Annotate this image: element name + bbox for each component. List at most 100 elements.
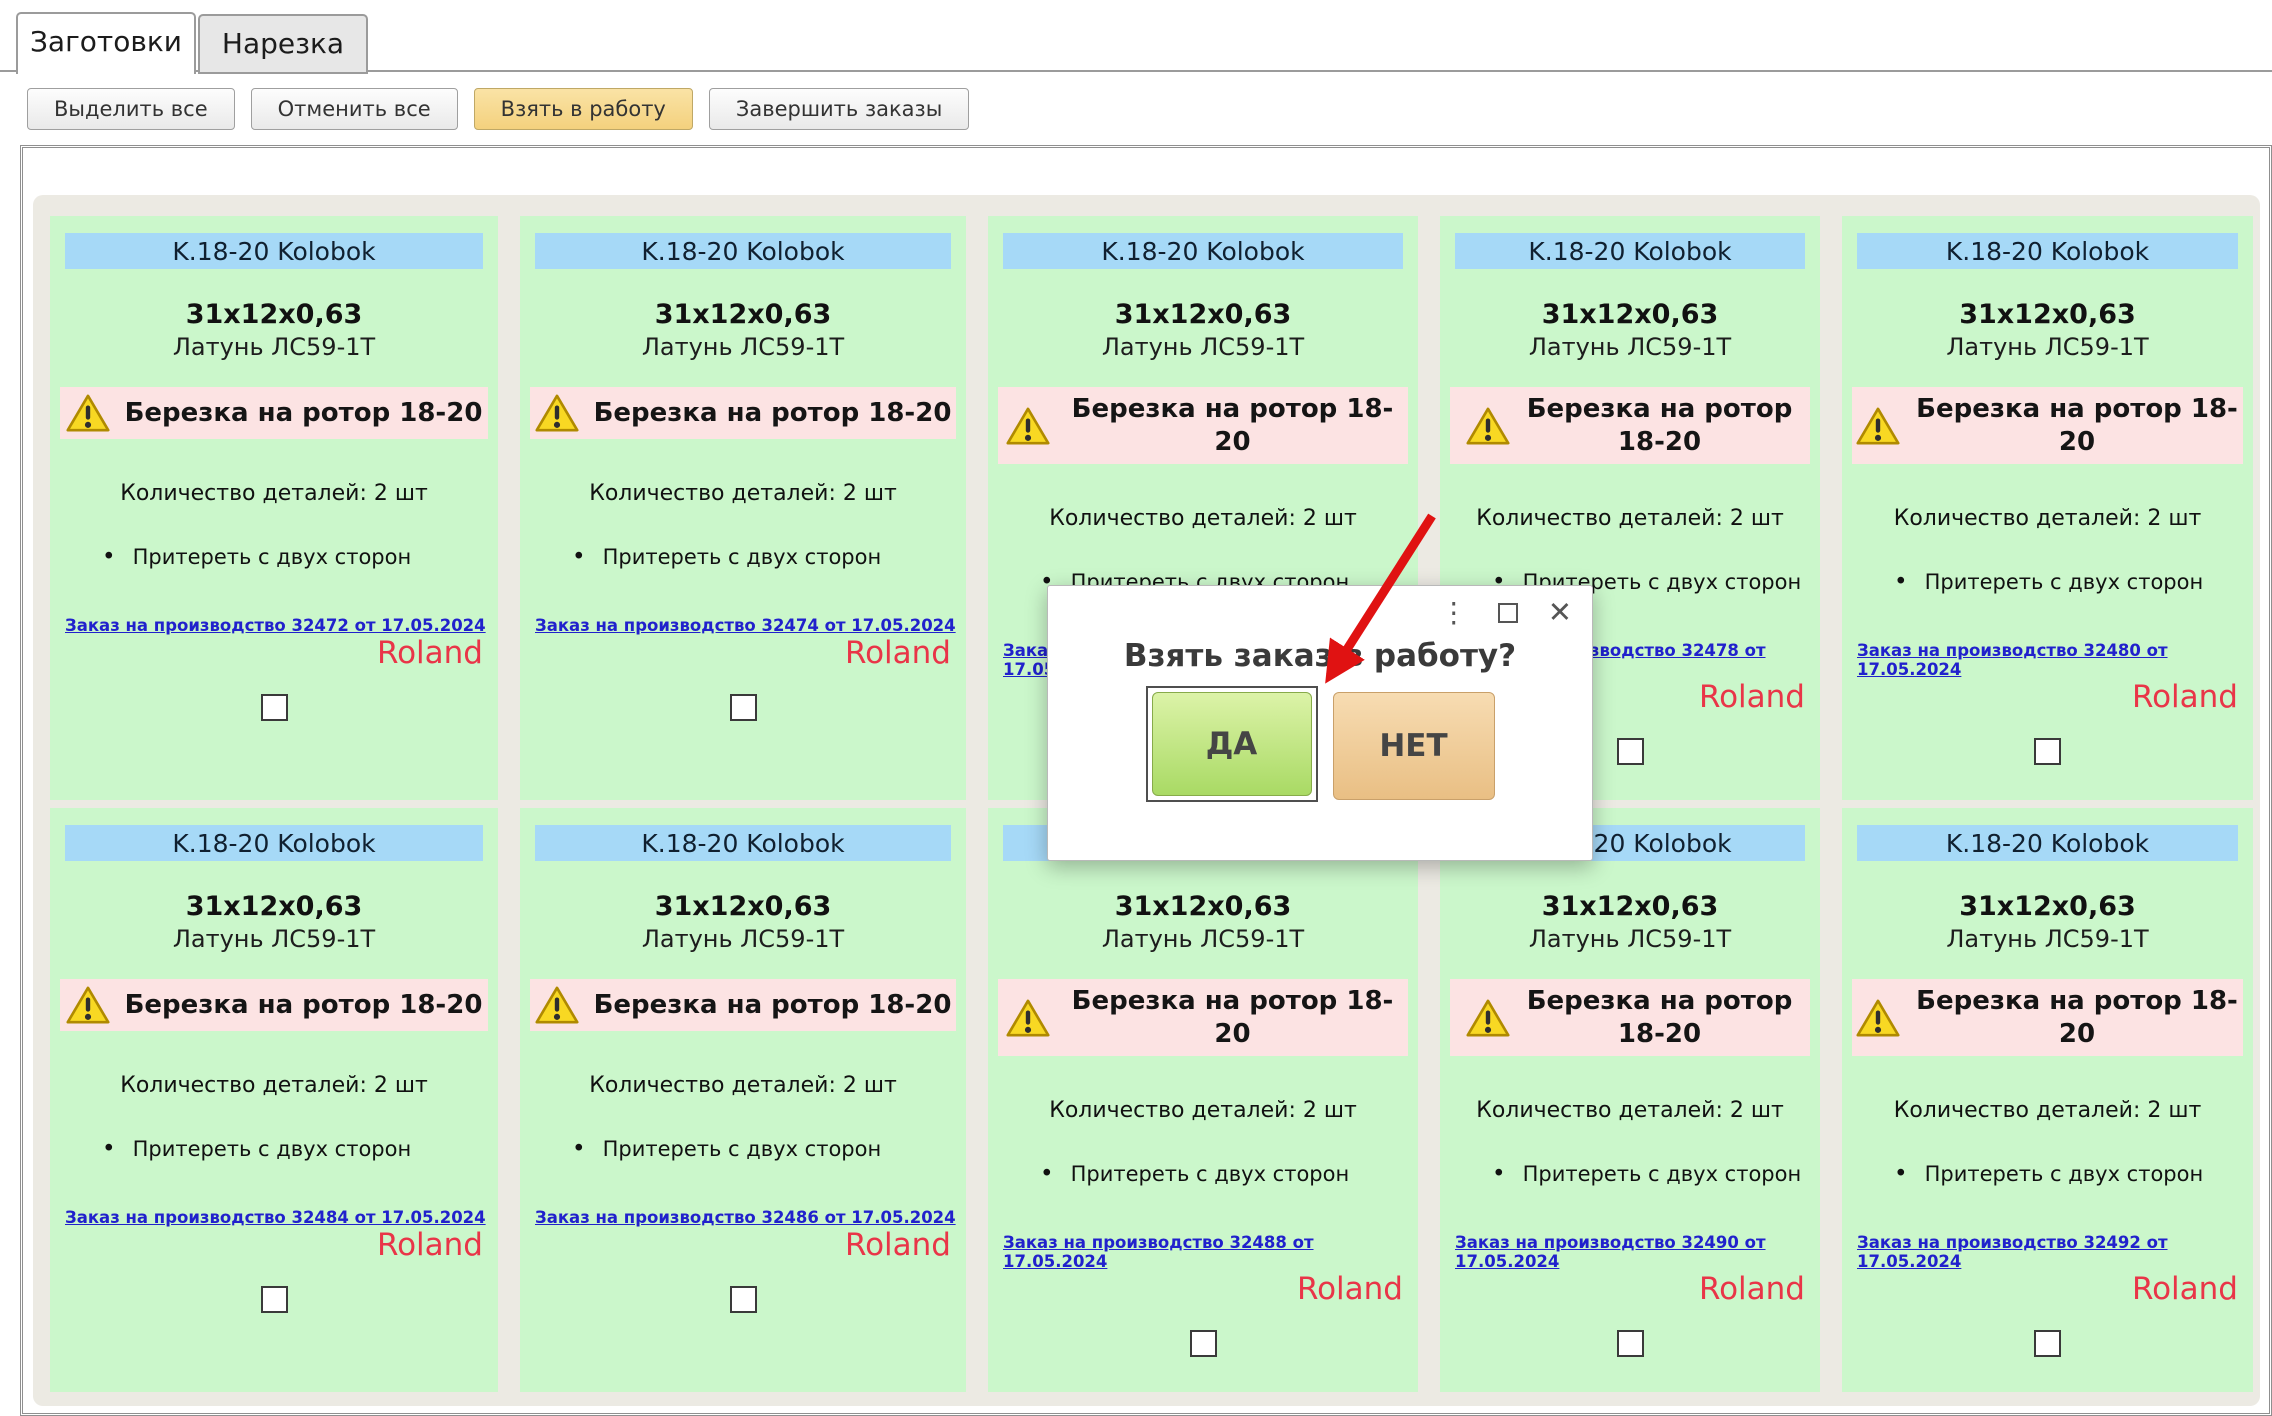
cancel-all-button[interactable]: Отменить все <box>251 88 458 130</box>
order-card: K.18-20 Kolobok 31x12x0,63 Латунь ЛС59-1… <box>50 216 498 800</box>
order-checkbox[interactable] <box>730 694 757 721</box>
warning-banner: Березка на ротор 18-20 <box>1450 979 1810 1056</box>
card-title: K.18-20 Kolobok <box>1455 233 1805 269</box>
warning-triangle-icon <box>66 985 110 1025</box>
bullet-dot: • <box>1894 569 1908 595</box>
warning-banner: Березка на ротор 18-20 <box>998 979 1408 1056</box>
warning-text: Березка на ротор 18-20 <box>1525 985 1795 1050</box>
part-size-label: 31x12x0,63 <box>1115 299 1292 330</box>
note-text: Притереть с двух сторон <box>603 545 882 569</box>
warning-text: Березка на ротор 18-20 <box>594 989 952 1022</box>
order-link[interactable]: Заказ на производство 32474 от 17.05.202… <box>535 616 956 635</box>
warning-banner: Березка на ротор 18-20 <box>60 387 488 439</box>
quantity-label: Количество деталей: 2 шт <box>1476 506 1784 531</box>
part-size-label: 31x12x0,63 <box>1542 891 1719 922</box>
warning-text: Березка на ротор 18-20 <box>594 397 952 430</box>
warning-text: Березка на ротор 18-20 <box>1065 985 1400 1050</box>
note-text: Притереть с двух сторон <box>133 1137 412 1161</box>
brand-label: Roland <box>1297 1272 1403 1308</box>
warning-text: Березка на ротор 18-20 <box>125 989 483 1022</box>
order-link[interactable]: Заказ на производство 32480 от 17.05.202… <box>1857 641 2253 679</box>
order-checkbox[interactable] <box>1617 1330 1644 1357</box>
warning-text: Березка на ротор 18-20 <box>1525 393 1795 458</box>
warning-triangle-icon <box>1856 998 1900 1038</box>
note-text: Притереть с двух сторон <box>1071 1162 1350 1186</box>
bullet-dot: • <box>1492 1161 1506 1187</box>
close-icon[interactable]: ✕ <box>1548 598 1572 627</box>
order-checkbox[interactable] <box>1617 738 1644 765</box>
order-link[interactable]: Заказ на производство 32472 от 17.05.202… <box>65 616 486 635</box>
warning-triangle-icon <box>1006 998 1050 1038</box>
note-item: • Притереть с двух сторон <box>50 1136 411 1162</box>
card-title: K.18-20 Kolobok <box>65 825 483 861</box>
bullet-dot: • <box>572 544 586 570</box>
brand-label: Roland <box>377 636 483 672</box>
quantity-label: Количество деталей: 2 шт <box>1049 506 1357 531</box>
note-text: Притереть с двух сторон <box>133 545 412 569</box>
tab-bar: Заготовки Нарезка <box>0 12 2272 72</box>
tab-narezka[interactable]: Нарезка <box>198 14 368 74</box>
warning-triangle-icon <box>66 393 110 433</box>
note-item: • Притереть с двух сторон <box>1440 1161 1801 1187</box>
order-card: K.18-20 Kolobok 31x12x0,63 Латунь ЛС59-1… <box>520 216 966 800</box>
bullet-dot: • <box>102 1136 116 1162</box>
warning-banner: Березка на ротор 18-20 <box>1852 979 2243 1056</box>
order-checkbox[interactable] <box>2034 1330 2061 1357</box>
order-checkbox[interactable] <box>261 694 288 721</box>
part-size-label: 31x12x0,63 <box>1959 891 2136 922</box>
note-item: • Притереть с двух сторон <box>520 1136 881 1162</box>
material-label: Латунь ЛС59-1Т <box>1529 925 1731 953</box>
bullet-dot: • <box>102 544 116 570</box>
order-card: K.18-20 Kolobok 31x12x0,63 Латунь ЛС59-1… <box>50 808 498 1392</box>
material-label: Латунь ЛС59-1Т <box>1946 925 2148 953</box>
quantity-label: Количество деталей: 2 шт <box>589 1073 897 1098</box>
take-to-work-button[interactable]: Взять в работу <box>474 88 693 130</box>
material-label: Латунь ЛС59-1Т <box>1102 333 1304 361</box>
order-link[interactable]: Заказ на производство 32486 от 17.05.202… <box>535 1208 956 1227</box>
order-checkbox[interactable] <box>730 1286 757 1313</box>
card-title: K.18-20 Kolobok <box>1003 233 1403 269</box>
complete-orders-button[interactable]: Завершить заказы <box>709 88 969 130</box>
quantity-label: Количество деталей: 2 шт <box>120 1073 428 1098</box>
order-link[interactable]: Заказ на производство 32488 от 17.05.202… <box>1003 1233 1418 1271</box>
select-all-button[interactable]: Выделить все <box>27 88 235 130</box>
material-label: Латунь ЛС59-1Т <box>642 333 844 361</box>
order-card: K.18-20 Kolobok 31x12x0,63 Латунь ЛС59-1… <box>1842 216 2253 800</box>
part-size-label: 31x12x0,63 <box>1542 299 1719 330</box>
bullet-dot: • <box>1894 1161 1908 1187</box>
order-link[interactable]: Заказ на производство 32492 от 17.05.202… <box>1857 1233 2253 1271</box>
dialog-title: Взять заказ в работу? <box>1048 638 1592 674</box>
part-size-label: 31x12x0,63 <box>655 299 832 330</box>
part-size-label: 31x12x0,63 <box>1115 891 1292 922</box>
order-checkbox[interactable] <box>261 1286 288 1313</box>
order-checkbox[interactable] <box>1190 1330 1217 1357</box>
note-text: Притереть с двух сторон <box>1925 1162 2204 1186</box>
order-card: K.18-20 Kolobok 31x12x0,63 Латунь ЛС59-1… <box>1842 808 2253 1392</box>
warning-text: Березка на ротор 18-20 <box>1065 393 1400 458</box>
note-text: Притереть с двух сторон <box>603 1137 882 1161</box>
no-button[interactable]: НЕТ <box>1333 692 1495 800</box>
dialog-buttons: ДА НЕТ <box>1048 686 1592 802</box>
note-text: Притереть с двух сторон <box>1523 1162 1802 1186</box>
order-checkbox[interactable] <box>2034 738 2061 765</box>
maximize-icon[interactable] <box>1498 603 1518 623</box>
menu-dots-icon[interactable]: ⋮ <box>1440 599 1468 627</box>
brand-label: Roland <box>1699 680 1805 716</box>
brand-label: Roland <box>1699 1272 1805 1308</box>
card-title: K.18-20 Kolobok <box>535 233 951 269</box>
card-title: K.18-20 Kolobok <box>1857 233 2238 269</box>
note-item: • Притереть с двух сторон <box>1842 1161 2203 1187</box>
order-link[interactable]: Заказ на производство 32490 от 17.05.202… <box>1455 1233 1820 1271</box>
tab-zagotovki[interactable]: Заготовки <box>16 12 196 74</box>
part-size-label: 31x12x0,63 <box>186 891 363 922</box>
part-size-label: 31x12x0,63 <box>186 299 363 330</box>
note-text: Притереть с двух сторон <box>1925 570 2204 594</box>
warning-text: Березка на ротор 18-20 <box>125 397 483 430</box>
warning-banner: Березка на ротор 18-20 <box>530 387 956 439</box>
quantity-label: Количество деталей: 2 шт <box>120 481 428 506</box>
warning-text: Березка на ротор 18-20 <box>1915 985 2239 1050</box>
brand-label: Roland <box>2132 680 2238 716</box>
material-label: Латунь ЛС59-1Т <box>173 333 375 361</box>
order-link[interactable]: Заказ на производство 32484 от 17.05.202… <box>65 1208 486 1227</box>
yes-button[interactable]: ДА <box>1152 692 1312 796</box>
